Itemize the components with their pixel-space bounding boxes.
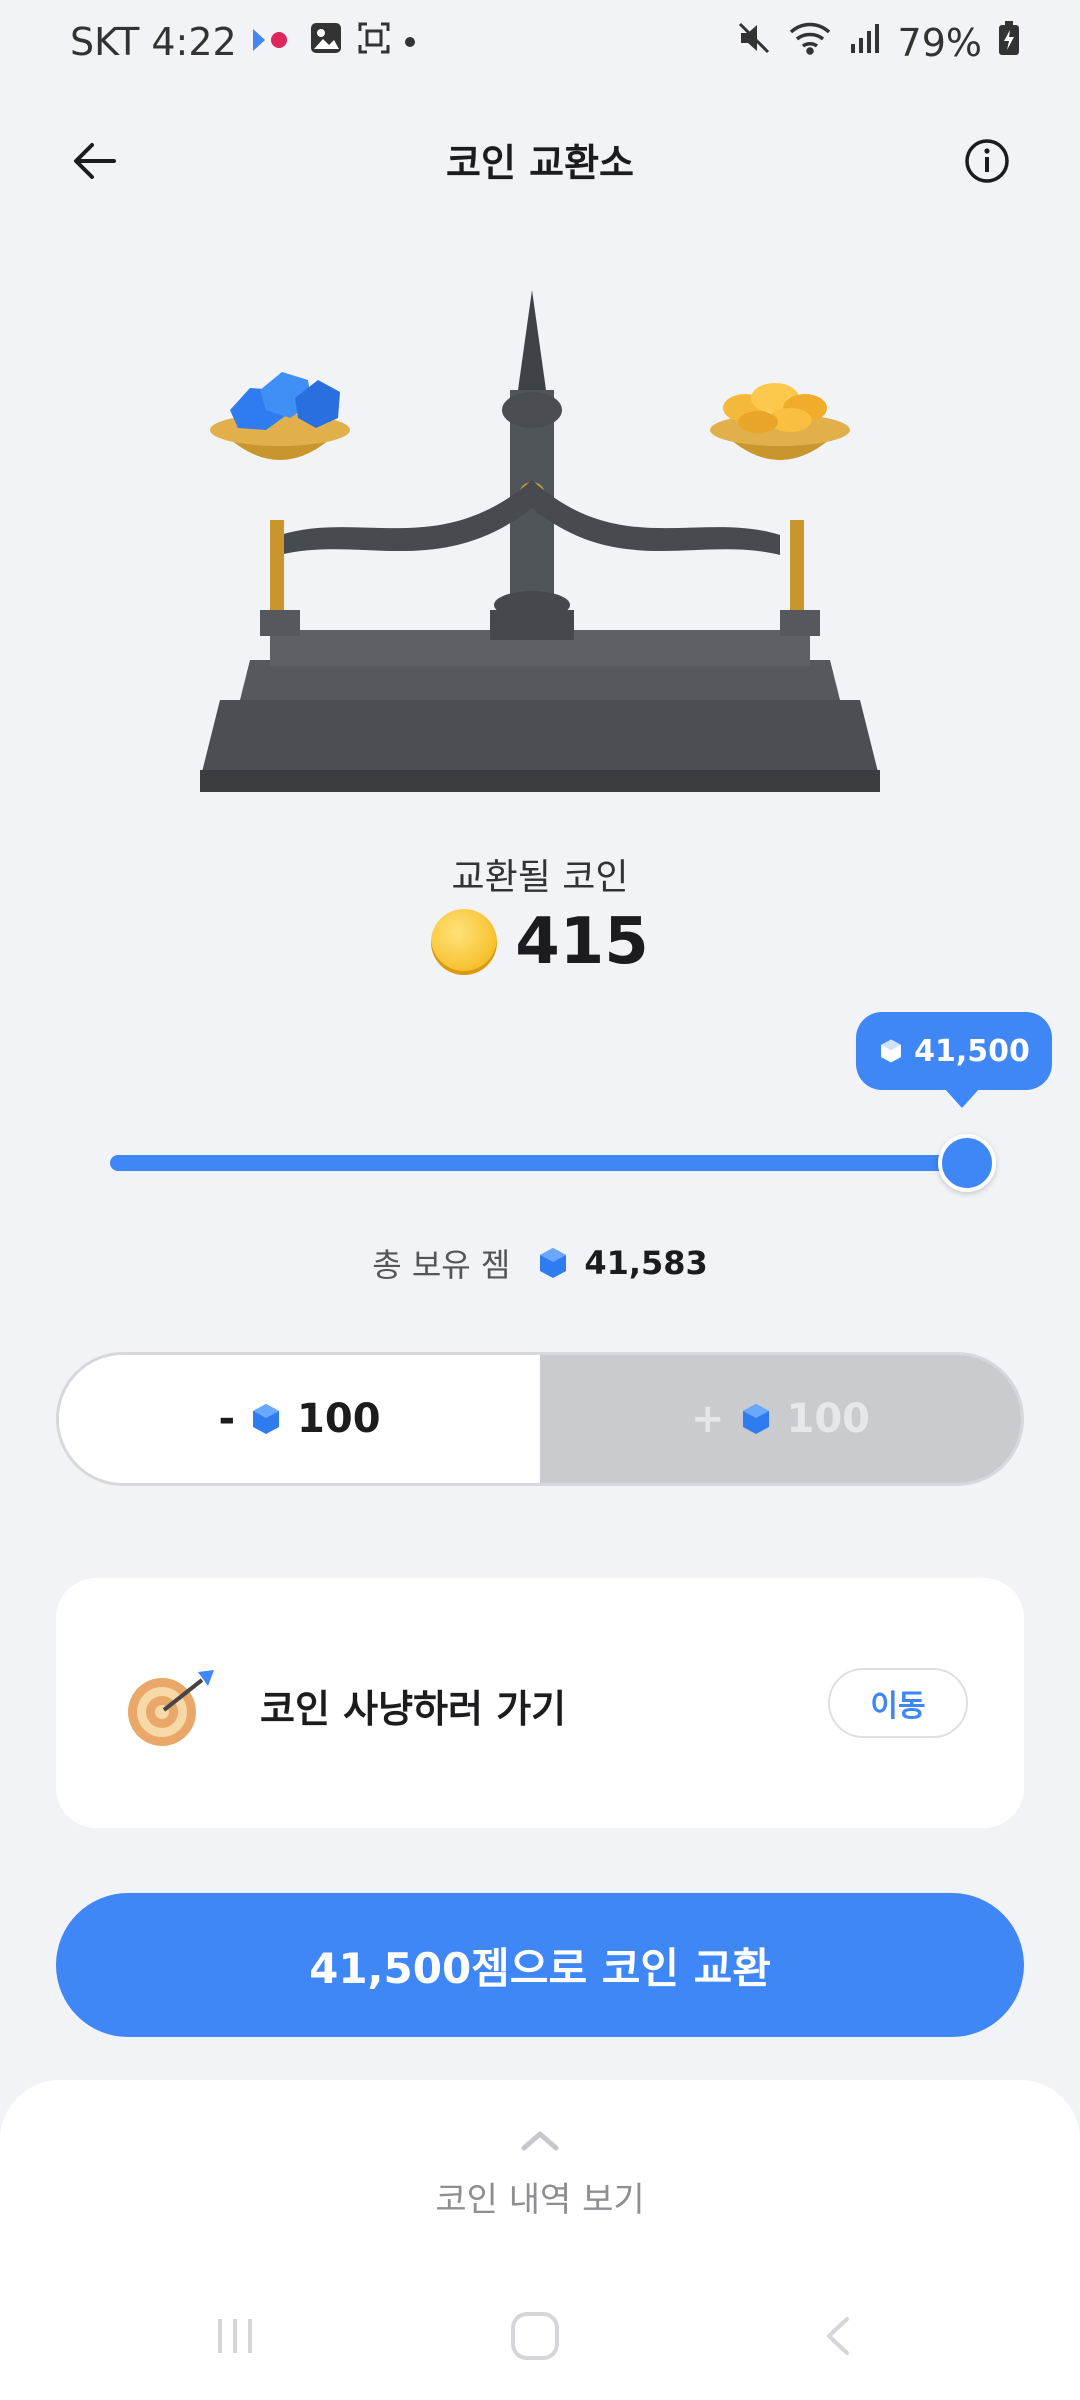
exchange-submit-button[interactable]: 41,500젬으로 코인 교환 — [56, 1893, 1024, 2037]
wifi-icon — [788, 20, 832, 65]
battery-icon — [998, 20, 1020, 65]
system-nav-bar — [0, 2290, 1080, 2380]
gem-amount-slider-thumb[interactable] — [938, 1134, 996, 1192]
go-button[interactable]: 이동 — [828, 1668, 968, 1738]
target-dart-icon — [128, 1670, 214, 1746]
battery-percent: 79% — [897, 20, 982, 65]
exchange-coin-label: 교환될 코인 — [451, 857, 629, 898]
gem-icon — [881, 1039, 902, 1063]
status-right: 79% — [736, 20, 1020, 65]
gem-amount-slider-track[interactable] — [110, 1155, 966, 1171]
total-gems-label: 총 보유 젬 — [372, 1246, 511, 1284]
status-bar: SKT 4:22 79% — [0, 0, 1080, 90]
gem-icon — [253, 1404, 280, 1434]
signal-icon — [848, 21, 882, 65]
total-gems-value: 41,583 — [584, 1244, 708, 1282]
balance-scale-illustration — [190, 280, 890, 800]
decrease-100-button[interactable]: - 100 — [59, 1355, 540, 1483]
notification-app-icon — [251, 20, 295, 64]
coin-history-label: 코인 내역 보기 — [435, 2180, 645, 2220]
increase-value: 100 — [786, 1396, 871, 1442]
plus-sign: + — [690, 1396, 725, 1442]
exchange-coin-amount: 415 — [0, 905, 1080, 979]
coin-hunt-label: 코인 사냥하러 가기 — [260, 1687, 567, 1731]
total-gems: 총 보유 젬 41,583 — [0, 1240, 1080, 1286]
gallery-icon — [309, 20, 343, 64]
info-button[interactable] — [954, 128, 1020, 194]
header: 코인 교환소 — [0, 120, 1080, 200]
coin-amount-value: 415 — [515, 905, 649, 979]
gem-icon — [742, 1404, 769, 1434]
home-button[interactable] — [505, 2306, 565, 2366]
tooltip-value: 41,500 — [914, 1033, 1030, 1069]
chevron-left-icon — [827, 2317, 849, 2355]
increase-100-button[interactable]: + 100 — [540, 1355, 1021, 1483]
more-notifications-dot — [404, 37, 415, 47]
carrier-time: SKT 4:22 — [70, 20, 237, 64]
minus-sign: - — [218, 1396, 236, 1442]
decrease-value: 100 — [297, 1396, 381, 1442]
nav-back-button[interactable] — [810, 2306, 870, 2366]
screenshot-icon — [357, 20, 391, 64]
recent-apps-button[interactable] — [205, 2306, 265, 2366]
coin-hunt-card: 코인 사냥하러 가기 이동 — [56, 1578, 1024, 1828]
slider-value-tooltip: 41,500 — [856, 1012, 1052, 1108]
gem-icon — [540, 1248, 567, 1278]
coin-icon — [431, 909, 498, 975]
status-left: SKT 4:22 — [70, 20, 415, 64]
recent-apps-icon — [218, 2319, 252, 2353]
mute-icon — [736, 20, 772, 65]
page-title: 코인 교환소 — [445, 141, 635, 185]
info-icon — [965, 139, 1009, 183]
home-icon — [511, 2312, 559, 2360]
gem-stepper: - 100 + 100 — [56, 1352, 1024, 1486]
chevron-up-icon — [521, 2131, 559, 2151]
